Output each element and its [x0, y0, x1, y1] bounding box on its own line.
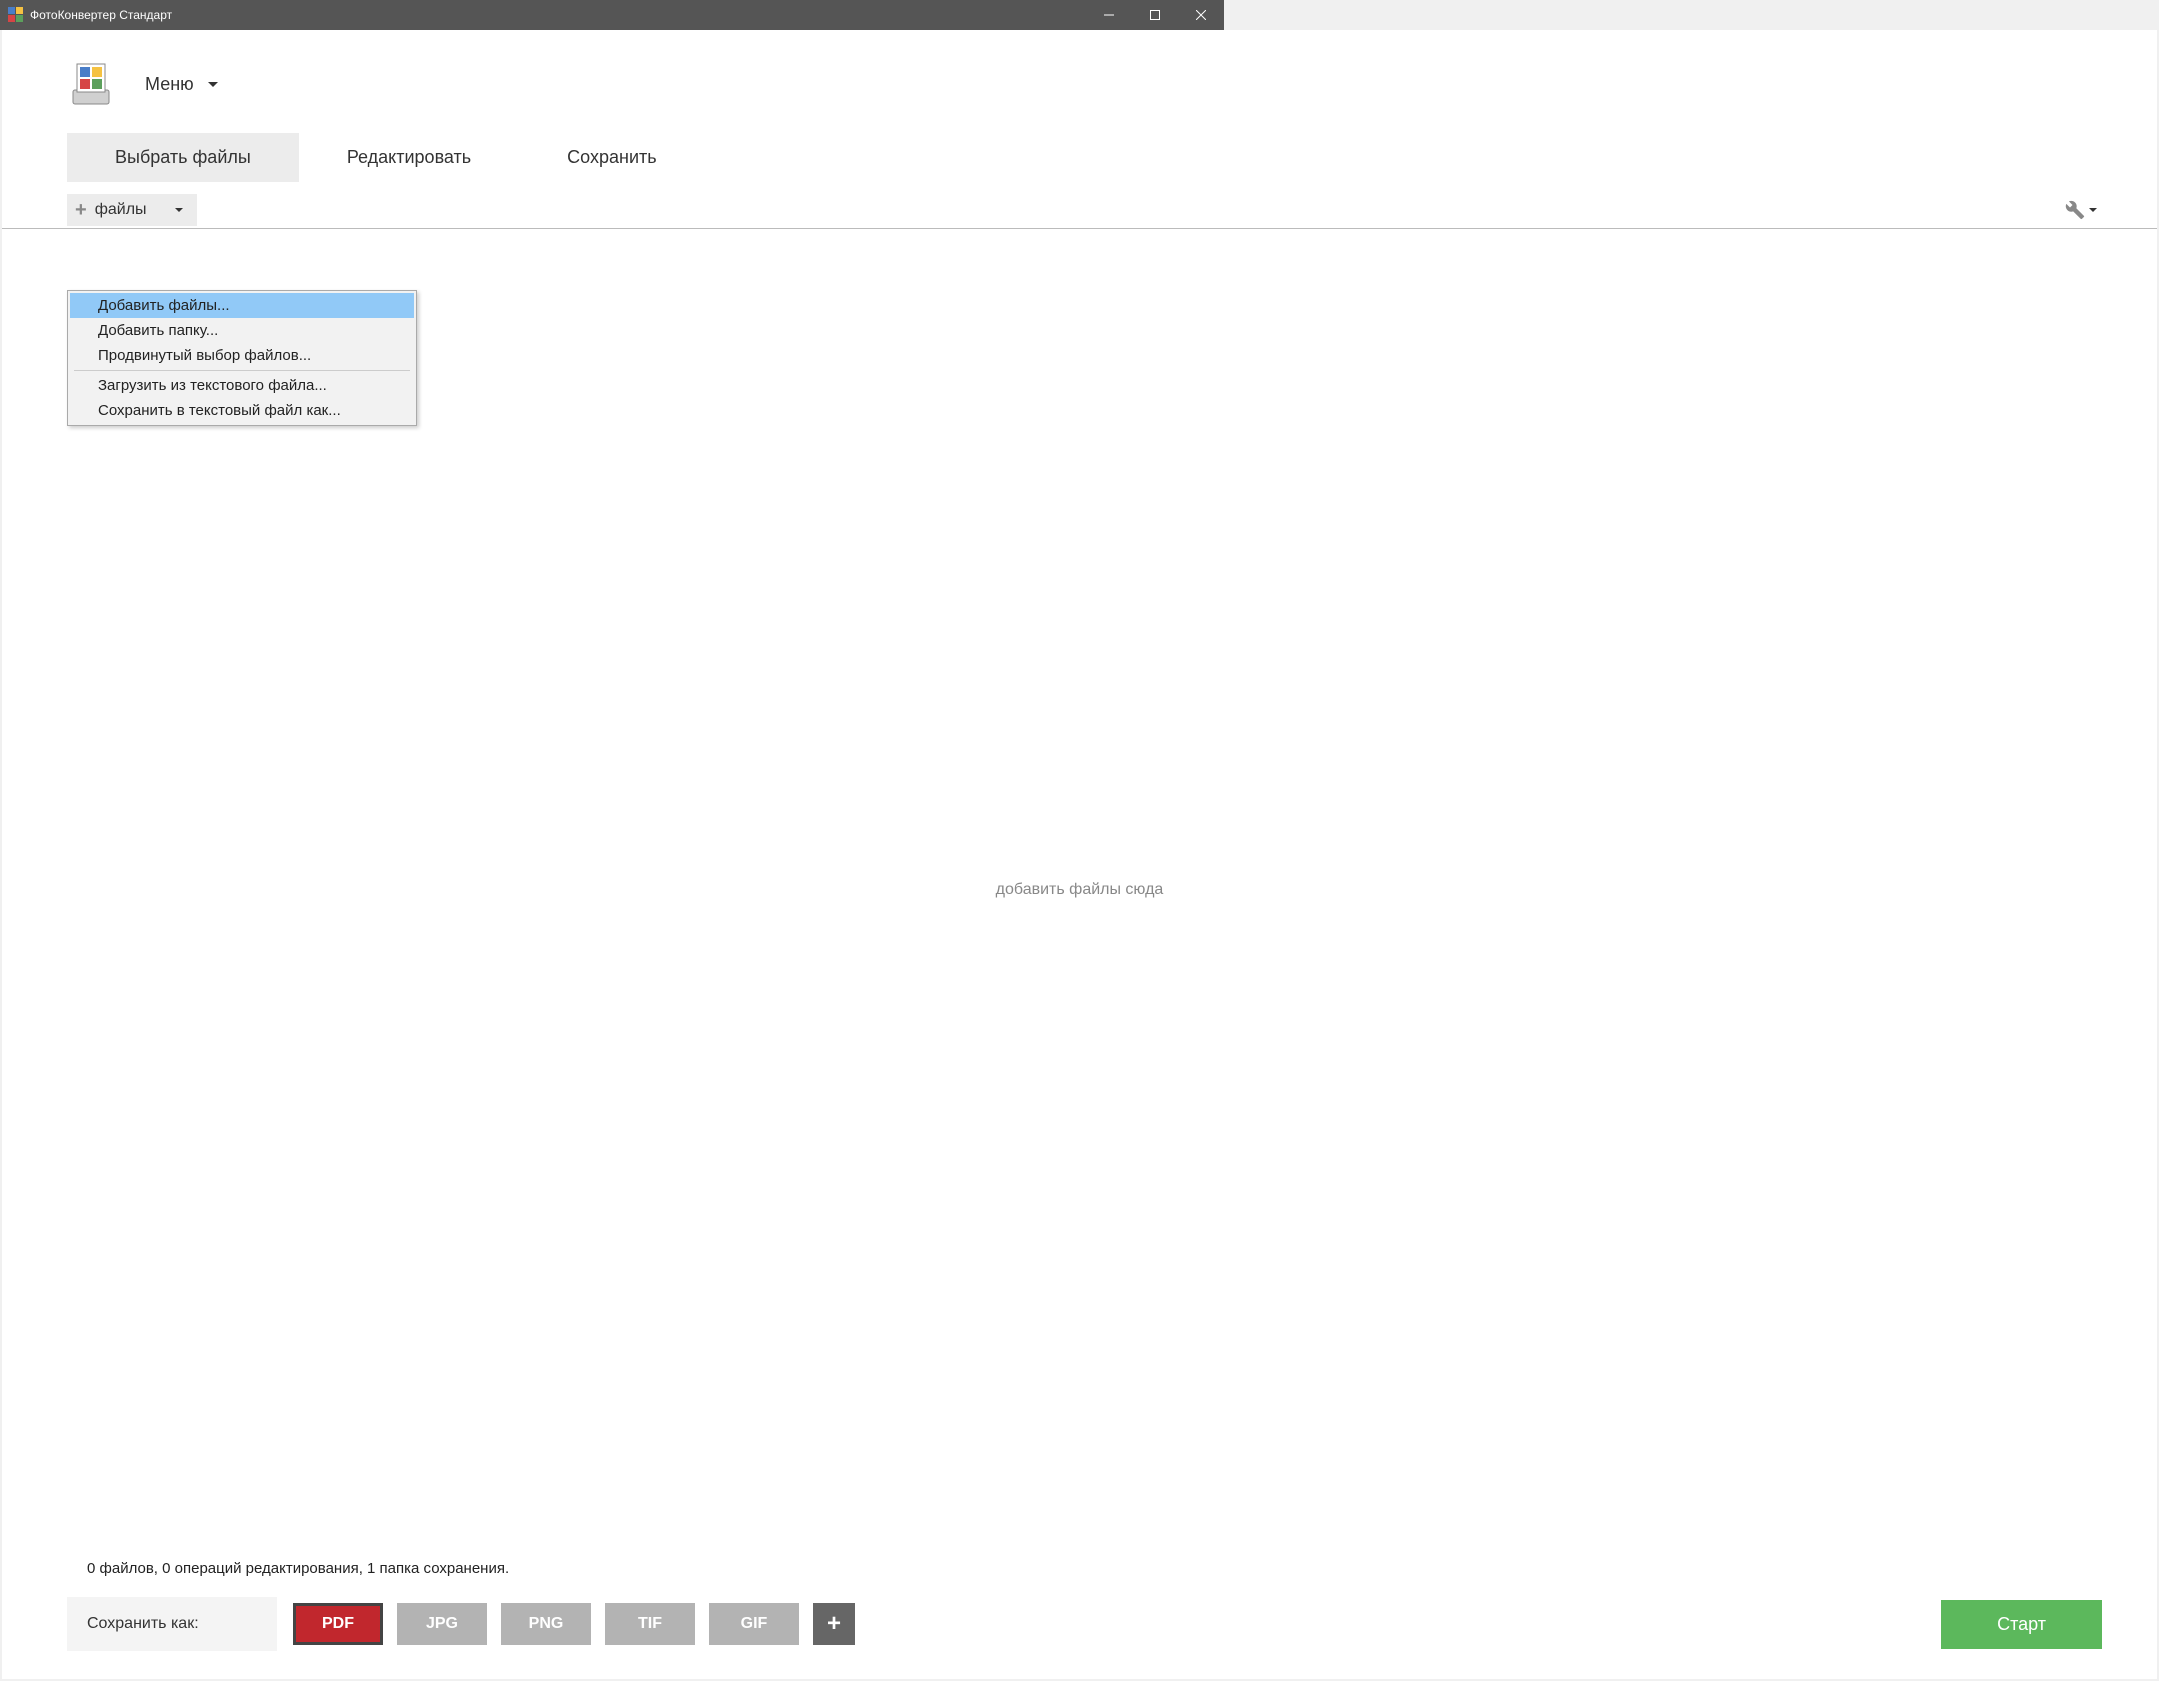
- menu-item-advanced-select[interactable]: Продвинутый выбор файлов...: [70, 343, 414, 368]
- files-dropdown-menu: Добавить файлы... Добавить папку... Прод…: [67, 290, 417, 426]
- format-png-button[interactable]: PNG: [501, 1603, 591, 1645]
- window-title: ФотоКонвертер Стандарт: [30, 8, 1086, 22]
- plus-icon: +: [75, 200, 87, 220]
- save-as-label: Сохранить как:: [67, 1597, 277, 1651]
- menu-item-add-files[interactable]: Добавить файлы...: [70, 293, 414, 318]
- files-label: файлы: [95, 201, 147, 219]
- tab-save[interactable]: Сохранить: [519, 133, 704, 182]
- tab-select-files[interactable]: Выбрать файлы: [67, 133, 299, 182]
- settings-button[interactable]: [2065, 200, 2097, 220]
- menu-item-save-to-txt[interactable]: Сохранить в текстовый файл как...: [70, 398, 414, 423]
- menu-item-load-from-txt[interactable]: Загрузить из текстового файла...: [70, 373, 414, 398]
- titlebar: ФотоКонвертер Стандарт: [0, 0, 1224, 30]
- menu-label: Меню: [145, 74, 194, 95]
- format-gif-button[interactable]: GIF: [709, 1603, 799, 1645]
- format-tif-button[interactable]: TIF: [605, 1603, 695, 1645]
- maximize-button[interactable]: [1132, 0, 1178, 30]
- tab-edit[interactable]: Редактировать: [299, 133, 519, 182]
- add-format-button[interactable]: +: [813, 1603, 855, 1645]
- status-text: 0 файлов, 0 операций редактирования, 1 п…: [2, 1550, 2157, 1597]
- minimize-button[interactable]: [1086, 0, 1132, 30]
- format-pdf-button[interactable]: PDF: [293, 1603, 383, 1645]
- add-files-dropdown-button[interactable]: + файлы: [67, 194, 197, 226]
- menu-item-add-folder[interactable]: Добавить папку...: [70, 318, 414, 343]
- app-logo: [67, 60, 115, 108]
- menu-separator: [74, 370, 410, 371]
- chevron-down-icon: [208, 82, 218, 87]
- start-button[interactable]: Старт: [1941, 1600, 2102, 1649]
- drop-area[interactable]: добавить файлы сюда: [2, 229, 2157, 1550]
- menu-button[interactable]: Меню: [145, 74, 218, 95]
- chevron-down-icon: [175, 208, 183, 212]
- close-button[interactable]: [1178, 0, 1224, 30]
- chevron-down-icon: [2089, 208, 2097, 212]
- drop-hint: добавить файлы сюда: [996, 881, 1164, 899]
- wrench-icon: [2065, 200, 2085, 220]
- format-jpg-button[interactable]: JPG: [397, 1603, 487, 1645]
- app-icon-small: [8, 7, 24, 23]
